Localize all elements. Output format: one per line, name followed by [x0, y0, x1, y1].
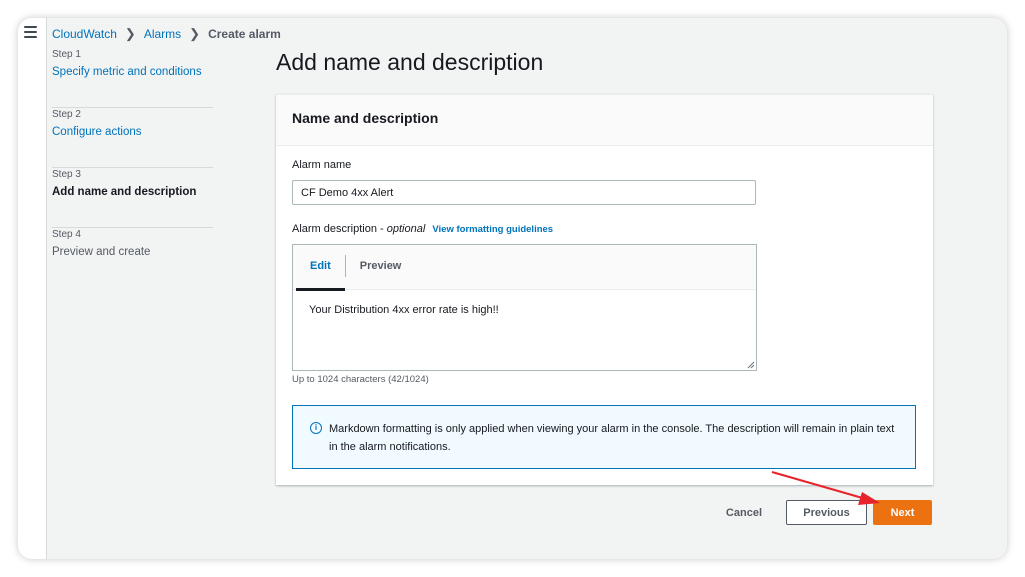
panel-header: Name and description: [276, 95, 933, 146]
breadcrumb-current: Create alarm: [208, 27, 281, 41]
alarm-description-label: Alarm description - optional View format…: [292, 223, 553, 235]
tab-edit[interactable]: Edit: [296, 245, 345, 291]
step-3: Step 3 Add name and description: [52, 168, 213, 228]
optional-label: optional: [386, 223, 426, 235]
tab-preview[interactable]: Preview: [346, 245, 416, 290]
alarm-name-input[interactable]: [292, 180, 756, 205]
alarm-name-label: Alarm name: [292, 159, 352, 171]
step-number: Step 4: [52, 229, 81, 240]
formatting-guidelines-link[interactable]: View formatting guidelines: [432, 224, 553, 235]
left-nav-rail: [18, 18, 47, 559]
info-icon: i: [310, 422, 322, 434]
description-editor: Edit Preview Your Distribution 4xx error…: [292, 244, 757, 371]
step-4: Step 4 Preview and create: [52, 228, 213, 288]
step-number: Step 3: [52, 169, 81, 180]
breadcrumb-alarms[interactable]: Alarms: [144, 27, 181, 41]
step-current-label: Add name and description: [52, 186, 197, 198]
step-link-specify-metric[interactable]: Specify metric and conditions: [52, 66, 213, 78]
breadcrumb-cloudwatch[interactable]: CloudWatch: [52, 27, 117, 41]
character-count: Up to 1024 characters (42/1024): [292, 374, 429, 385]
page-title: Add name and description: [276, 49, 544, 75]
breadcrumb: CloudWatch ❯ Alarms ❯ Create alarm: [52, 26, 281, 42]
resize-handle-icon[interactable]: [747, 361, 755, 369]
cancel-button[interactable]: Cancel: [726, 507, 762, 519]
step-2: Step 2 Configure actions: [52, 108, 213, 168]
chevron-right-icon: ❯: [124, 26, 136, 41]
step-link-configure-actions[interactable]: Configure actions: [52, 126, 213, 138]
name-description-panel: Name and description Alarm name Alarm de…: [276, 94, 933, 485]
description-textarea[interactable]: Your Distribution 4xx error rate is high…: [293, 290, 756, 330]
editor-tabs: Edit Preview: [293, 245, 756, 291]
step-number: Step 2: [52, 109, 81, 120]
description-label-text: Alarm description -: [292, 223, 387, 235]
console-window: CloudWatch ❯ Alarms ❯ Create alarm Step …: [18, 18, 1007, 559]
wizard-steps: Step 1 Specify metric and conditions Ste…: [52, 48, 213, 288]
chevron-right-icon: ❯: [189, 26, 201, 41]
next-button[interactable]: Next: [873, 500, 932, 525]
previous-button[interactable]: Previous: [786, 500, 867, 525]
panel-title: Name and description: [292, 110, 439, 126]
info-text: Markdown formatting is only applied when…: [329, 423, 895, 453]
hamburger-menu-icon[interactable]: [24, 26, 37, 38]
step-label-preview: Preview and create: [52, 246, 151, 258]
wizard-actions: Cancel Previous Next: [726, 500, 932, 525]
step-1: Step 1 Specify metric and conditions: [52, 48, 213, 108]
info-alert: i Markdown formatting is only applied wh…: [292, 405, 916, 469]
step-number: Step 1: [52, 49, 81, 60]
